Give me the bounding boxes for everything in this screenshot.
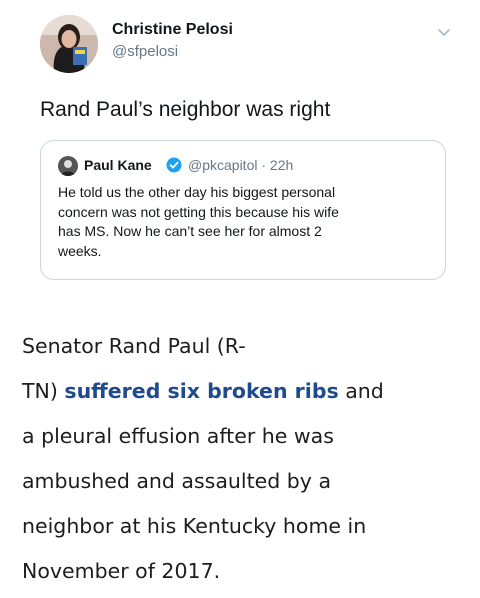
article-text: TN) [22, 379, 65, 403]
quoted-author-name[interactable]: Paul Kane [84, 157, 152, 173]
article-text: and [338, 379, 384, 403]
quoted-profile-photo-icon[interactable] [58, 156, 78, 176]
chevron-down-icon[interactable] [436, 24, 452, 40]
verified-badge-icon [166, 157, 182, 173]
quoted-timestamp[interactable]: 22h [270, 157, 293, 173]
profile-photo-icon[interactable] [40, 15, 98, 73]
author-handle[interactable]: @sfpelosi [112, 43, 178, 60]
author-name[interactable]: Christine Pelosi [112, 21, 233, 39]
quoted-author-handle[interactable]: @pkcapitol [188, 157, 257, 173]
article-line: a pleural effusion after he was [22, 424, 334, 448]
quoted-text-line: has MS. Now he can’t see her for almost … [58, 223, 322, 239]
article-line: neighbor at his Kentucky home in [22, 514, 367, 538]
article-line: ambushed and assaulted by a [22, 469, 332, 493]
article-line: Senator Rand Paul (R- [22, 334, 246, 358]
tweet-text: Rand Paul’s neighbor was right [40, 98, 331, 121]
quoted-text-line: He told us the other day his biggest per… [58, 184, 336, 200]
quoted-tweet-text: He told us the other day his biggest per… [58, 183, 428, 261]
meta-separator: · [261, 157, 267, 173]
quoted-tweet-card[interactable]: Paul Kane @pkcapitol · 22h He told us th… [40, 140, 446, 280]
avatar-image [40, 15, 98, 73]
quoted-text-line: concern was not getting this because his… [58, 203, 339, 220]
article-line: November of 2017. [22, 559, 221, 583]
quoted-meta: @pkcapitol · 22h [188, 157, 293, 173]
article-line: TN) suffered six broken ribs and [22, 369, 462, 414]
article-paragraph: Senator Rand Paul (R- TN) suffered six b… [22, 324, 462, 594]
embedded-tweet: Christine Pelosi @sfpelosi Rand Paul’s n… [0, 0, 480, 318]
broken-ribs-link[interactable]: suffered six broken ribs [64, 379, 338, 403]
quoted-text-line: weeks. [58, 242, 102, 259]
